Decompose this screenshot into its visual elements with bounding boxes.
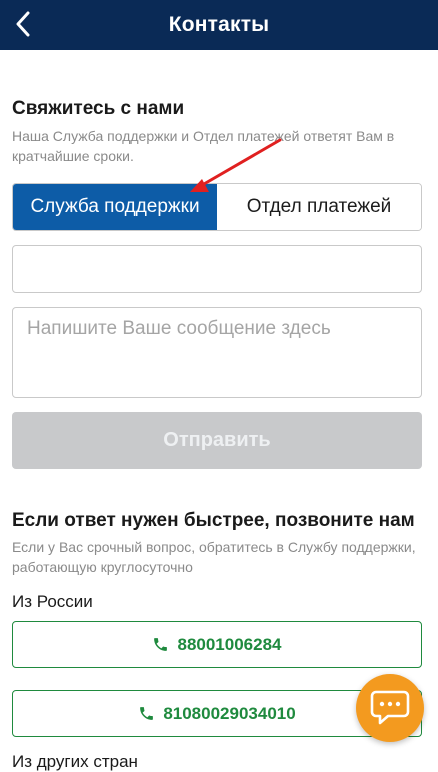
top-bar: Контакты (0, 0, 438, 50)
phone-number: 88001006284 (177, 634, 282, 654)
contact-section-title: Свяжитесь с нами (12, 98, 185, 119)
chat-button[interactable] (356, 674, 424, 742)
back-button[interactable] (10, 9, 36, 39)
phone-icon (140, 707, 154, 720)
department-segmented-control: Служба поддержки Отдел платежей (12, 183, 422, 231)
send-button[interactable]: Отправить (12, 412, 422, 469)
phone-number: 81080029034010 (163, 703, 296, 723)
chevron-left-icon (16, 11, 30, 37)
chat-bubble-icon (370, 690, 410, 725)
contact-section-subtitle: Наша Служба поддержки и Отдел платежей о… (12, 128, 395, 164)
message-textarea[interactable] (12, 307, 422, 398)
phone-icon (154, 638, 168, 651)
call-section-subtitle: Если у Вас срочный вопрос, обратитесь в … (12, 539, 416, 575)
phone-button-russia[interactable]: 88001006284 (12, 621, 422, 668)
page-title: Контакты (168, 13, 270, 36)
call-section-title: Если ответ нужен быстрее, позвоните нам (12, 510, 415, 531)
tab-support[interactable]: Служба поддержки (13, 184, 217, 230)
russia-label: Из России (12, 592, 93, 611)
tab-payments[interactable]: Отдел платежей (217, 184, 421, 230)
other-countries-label: Из других стран (12, 752, 138, 771)
subject-input[interactable] (12, 245, 422, 293)
